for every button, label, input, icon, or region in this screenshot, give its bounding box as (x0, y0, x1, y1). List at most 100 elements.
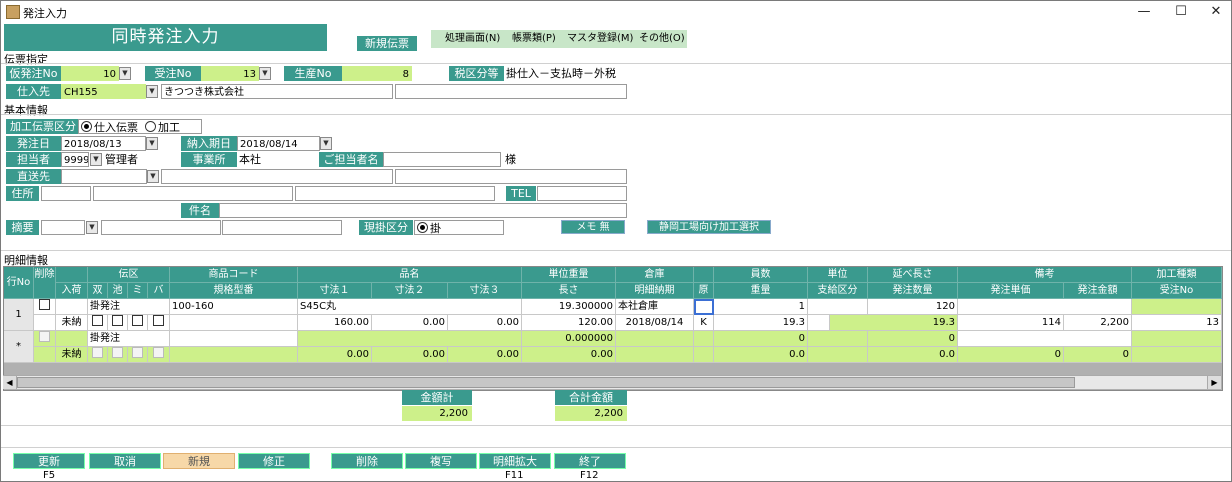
row1-kakou[interactable] (1132, 299, 1222, 315)
newrow-gen-top[interactable] (694, 331, 714, 347)
radio-kakou-label[interactable]: 加工 (158, 121, 180, 133)
radio-shiire-icon[interactable] (81, 121, 92, 132)
radio-kake-label[interactable]: 掛 (430, 222, 441, 234)
row1-nagasa[interactable]: 120.00 (522, 315, 616, 331)
tantou-dropdown-icon[interactable]: ▼ (90, 153, 102, 166)
scroll-thumb[interactable] (17, 377, 1075, 388)
row1-tanijuryo[interactable]: 19.300000 (522, 299, 616, 315)
newrow-ba-checkbox[interactable] (153, 347, 164, 358)
tekiyou-dropdown-icon[interactable]: ▼ (86, 221, 98, 234)
memo-button[interactable]: メモ 無 (561, 220, 625, 234)
newrow-kakou[interactable] (1132, 331, 1222, 347)
jusho2-field[interactable] (295, 186, 495, 201)
row1-kosuu[interactable]: 1 (714, 299, 808, 315)
row1-sou[interactable] (88, 315, 108, 331)
fukusha-button[interactable]: 複写 (405, 453, 477, 469)
newrow-bikou[interactable] (958, 331, 1132, 347)
row1-sun2[interactable]: 0.00 (372, 315, 448, 331)
tel-field[interactable] (537, 186, 627, 201)
menu-chohyo[interactable]: 帳票類(P) (512, 30, 556, 48)
newrow-sakujo-checkbox[interactable] (39, 331, 50, 342)
row1-ba-checkbox[interactable] (153, 315, 164, 326)
newrow-sakujo-cell[interactable] (34, 331, 56, 347)
torikeshi-button[interactable]: 取消 (89, 453, 161, 469)
newrow-hachusuu[interactable]: 0.0 (868, 347, 958, 363)
newrow-hinmei[interactable] (298, 331, 522, 347)
row1-juryo[interactable]: 19.3 (714, 315, 808, 331)
newrow-sun3[interactable]: 0.00 (448, 347, 522, 363)
newrow-juryo[interactable]: 0.0 (714, 347, 808, 363)
radio-shiire-label[interactable]: 仕入伝票 (94, 121, 138, 133)
newrow-sou-checkbox[interactable] (92, 347, 103, 358)
row1-sou-checkbox[interactable] (92, 315, 103, 326)
shiiresaki-extra-field[interactable] (395, 84, 627, 99)
row1-ike[interactable] (108, 315, 128, 331)
meisai-kakudai-button[interactable]: 明細拡大 (479, 453, 551, 469)
newrow-tanka[interactable]: 0 (958, 347, 1064, 363)
kenmei-field[interactable] (219, 203, 627, 218)
newrow-gen[interactable] (694, 347, 714, 363)
row1-hachusuu[interactable]: 19.3 (830, 315, 958, 331)
nyukibi-calendar-icon[interactable]: ▼ (320, 137, 332, 150)
row1-hinmei[interactable]: S45C丸 (298, 299, 522, 315)
menu-other[interactable]: その他(O) (639, 30, 685, 48)
juchu-dropdown-icon[interactable]: ▼ (259, 67, 271, 80)
newrow-sun2[interactable]: 0.00 (372, 347, 448, 363)
newrow-ike[interactable] (108, 347, 128, 363)
row1-sun3[interactable]: 0.00 (448, 315, 522, 331)
genkake-radio[interactable]: 掛 (414, 220, 504, 235)
newrow-tani[interactable] (808, 331, 868, 347)
radio-kake-icon[interactable] (417, 222, 428, 233)
newrow-shiharai[interactable] (808, 347, 868, 363)
row1-gen[interactable]: K (694, 315, 714, 331)
sakujo-button[interactable]: 削除 (331, 453, 403, 469)
newrow-kingaku[interactable]: 0 (1064, 347, 1132, 363)
row1-sakujo-checkbox[interactable] (39, 299, 50, 310)
shizuoka-kakou-button[interactable]: 静岡工場向け加工選択 (647, 220, 771, 234)
chokusou-name-field[interactable] (161, 169, 393, 184)
scroll-left-icon[interactable]: ◀ (3, 376, 17, 389)
scroll-right-icon[interactable]: ▶ (1207, 376, 1221, 389)
grid-horizontal-scrollbar[interactable]: ◀ ▶ (3, 375, 1221, 389)
shiiresaki-dropdown-icon[interactable]: ▼ (146, 85, 158, 98)
shuryo-button[interactable]: 終了 (554, 453, 626, 469)
row1-souko[interactable]: 本社倉庫 (616, 299, 694, 315)
row1-ike-checkbox[interactable] (112, 315, 123, 326)
chokusou-dropdown-icon[interactable]: ▼ (147, 170, 159, 183)
newrow-tanijuryo[interactable]: 0.000000 (522, 331, 616, 347)
juchu-field[interactable]: 13 (201, 66, 259, 81)
newrow-ba[interactable] (148, 347, 170, 363)
row1-sun1[interactable]: 160.00 (298, 315, 372, 331)
newrow-kikaku[interactable] (170, 347, 298, 363)
newrow-kosuu[interactable]: 0 (714, 331, 808, 347)
row1-tani[interactable] (808, 299, 868, 315)
newrow-mi-checkbox[interactable] (132, 347, 143, 358)
seisan-field[interactable]: 8 (342, 66, 412, 81)
row1-mi-checkbox[interactable] (132, 315, 143, 326)
row1-denku[interactable]: 掛発注 (88, 299, 170, 315)
newrow-nagasa[interactable]: 0.00 (522, 347, 616, 363)
tekiyou-code-field[interactable] (41, 220, 85, 235)
row1-sakujo-cell[interactable] (34, 299, 56, 315)
newrow-nobe[interactable]: 0 (868, 331, 958, 347)
newrow-souko[interactable] (616, 331, 694, 347)
karihachu-field[interactable]: 10 (61, 66, 119, 81)
row1-tanka[interactable]: 114 (958, 315, 1064, 331)
tekiyou2-field[interactable] (222, 220, 342, 235)
newrow-shohin[interactable] (170, 331, 298, 347)
row1-gen-top[interactable] (694, 299, 714, 315)
row1-kingaku[interactable]: 2,200 (1064, 315, 1132, 331)
menu-master[interactable]: マスタ登録(M) (567, 30, 633, 48)
shinki-button[interactable]: 新規 (163, 453, 235, 469)
shiiresaki-name-field[interactable]: きつつき株式会社 (161, 84, 393, 99)
row1-shohin[interactable]: 100-160 (170, 299, 298, 315)
hachubi-calendar-icon[interactable]: ▼ (146, 137, 158, 150)
jusho1-field[interactable] (93, 186, 293, 201)
newrow-denku[interactable]: 掛発注 (88, 331, 170, 347)
shiiresaki-code-field[interactable]: CH155 (61, 84, 146, 99)
nyukibi-field[interactable]: 2018/08/14 (237, 136, 320, 151)
chokusou-code-field[interactable] (61, 169, 147, 184)
newrow-sou[interactable] (88, 347, 108, 363)
hachubi-field[interactable]: 2018/08/13 (61, 136, 146, 151)
newrow-sun1[interactable]: 0.00 (298, 347, 372, 363)
